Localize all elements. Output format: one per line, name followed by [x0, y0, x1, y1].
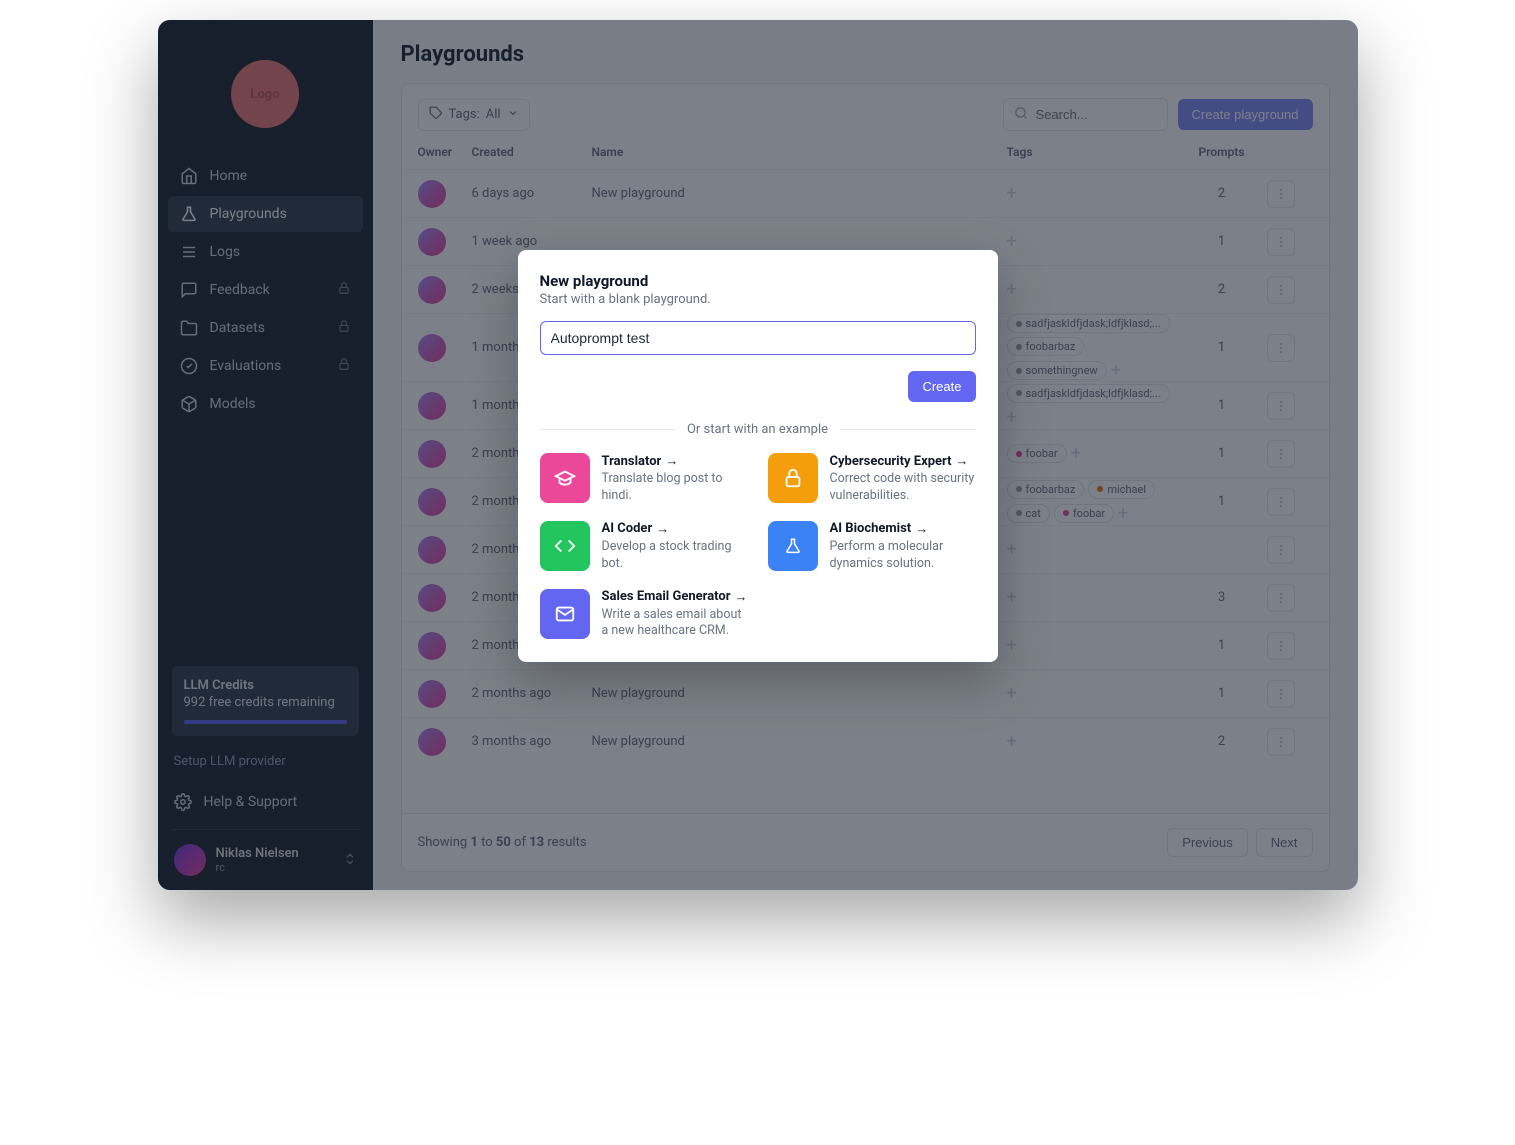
example-template[interactable]: Translator → Translate blog post to hind… — [540, 453, 748, 505]
examples-grid: Translator → Translate blog post to hind… — [540, 453, 976, 640]
example-title: AI Biochemist → — [830, 521, 976, 537]
example-title: Sales Email Generator → — [602, 589, 748, 605]
example-title: Cybersecurity Expert → — [830, 453, 976, 469]
example-template[interactable]: Cybersecurity Expert → Correct code with… — [768, 453, 976, 505]
mail-icon — [540, 589, 590, 639]
example-template[interactable]: Sales Email Generator → Write a sales em… — [540, 589, 748, 641]
example-title: Translator → — [602, 453, 748, 469]
flask-icon — [768, 521, 818, 571]
arrow-right-icon: → — [735, 589, 748, 605]
arrow-right-icon: → — [665, 453, 678, 469]
modal-overlay[interactable]: New playground Start with a blank playgr… — [158, 20, 1358, 890]
modal-subtitle: Start with a blank playground. — [540, 292, 976, 307]
grad-cap-icon — [540, 453, 590, 503]
arrow-right-icon: → — [956, 453, 969, 469]
example-desc: Correct code with security vulnerabiliti… — [830, 471, 976, 505]
example-template[interactable]: AI Coder → Develop a stock trading bot. — [540, 521, 748, 573]
example-desc: Write a sales email about a new healthca… — [602, 607, 748, 641]
playground-name-input[interactable] — [540, 321, 976, 355]
example-template[interactable]: AI Biochemist → Perform a molecular dyna… — [768, 521, 976, 573]
example-desc: Translate blog post to hindi. — [602, 471, 748, 505]
app-window: Logo Home Playgrounds Logs Feedback Data… — [158, 20, 1358, 890]
arrow-right-icon: → — [656, 521, 669, 537]
new-playground-modal: New playground Start with a blank playgr… — [518, 250, 998, 662]
examples-divider: Or start with an example — [540, 422, 976, 437]
modal-title: New playground — [540, 272, 976, 290]
example-title: AI Coder → — [602, 521, 748, 537]
example-desc: Perform a molecular dynamics solution. — [830, 539, 976, 573]
code-icon — [540, 521, 590, 571]
modal-create-button[interactable]: Create — [908, 371, 975, 402]
lock-icon — [768, 453, 818, 503]
example-desc: Develop a stock trading bot. — [602, 539, 748, 573]
arrow-right-icon: → — [915, 521, 928, 537]
